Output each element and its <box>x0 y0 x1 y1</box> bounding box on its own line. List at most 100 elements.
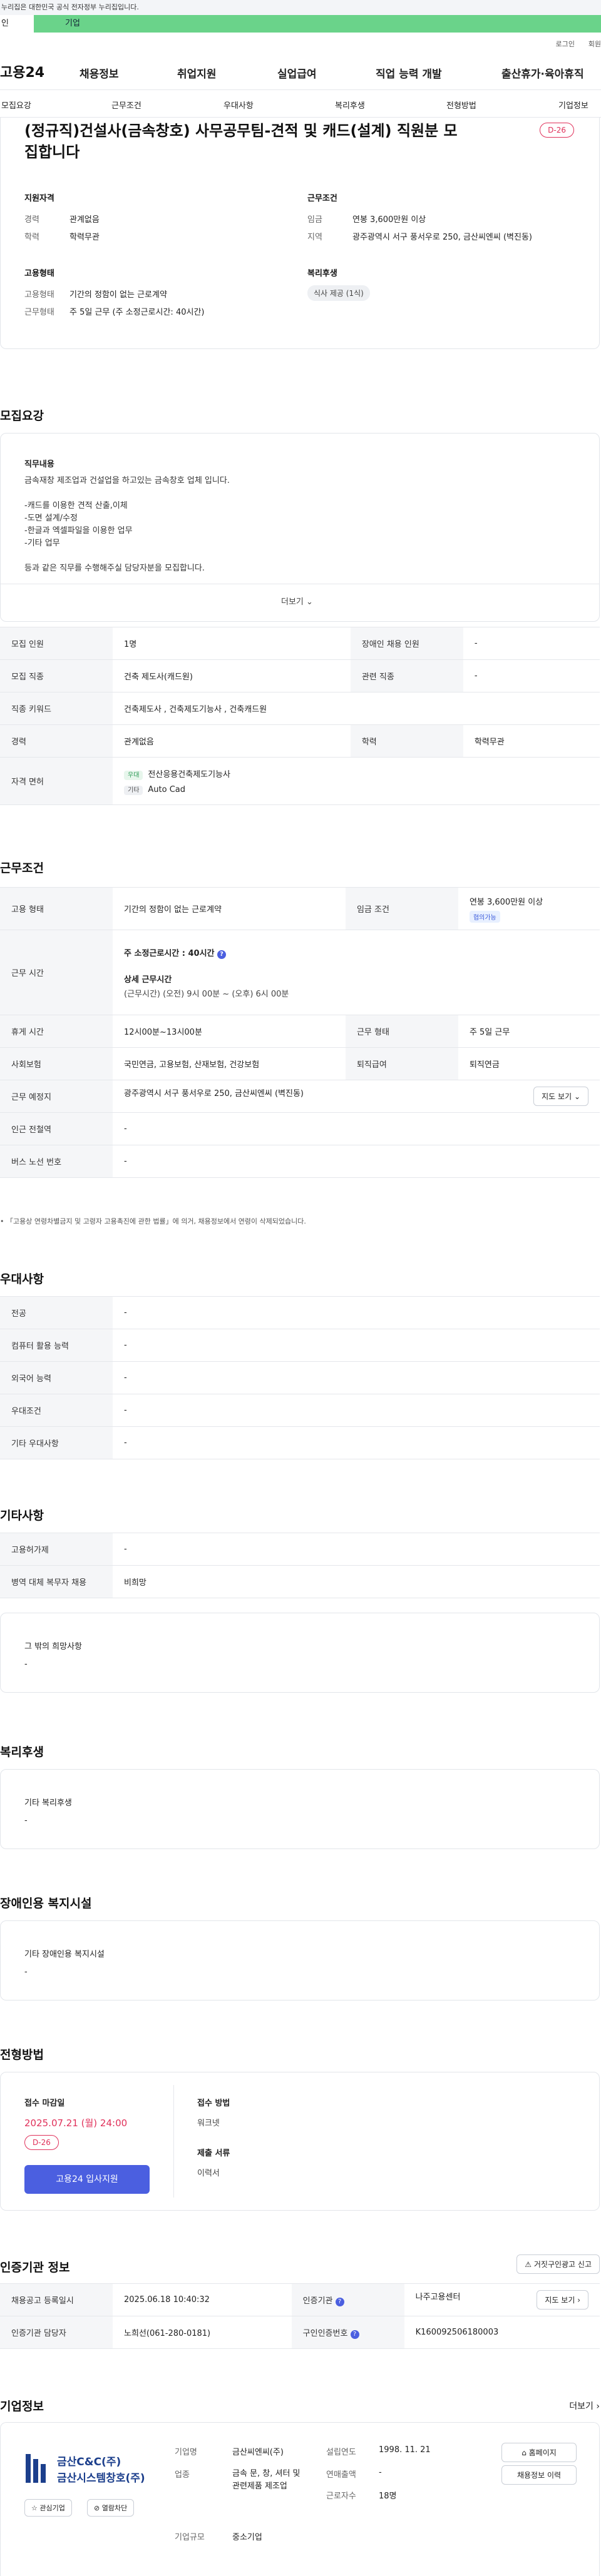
duty-box: 직무내용 금속재창 제조업과 건설업을 하고있는 금속창호 업체 입니다. -캐… <box>0 433 600 622</box>
table-row: 기타 우대사항 - <box>0 1426 600 1459</box>
home-icon: ⌂ <box>521 2448 527 2457</box>
table-row: 외국어 능력 - <box>0 1361 600 1394</box>
tab-personal[interactable]: 인 <box>0 15 34 33</box>
work-heading: 근무조건 <box>0 861 44 875</box>
subnav-preferences[interactable]: 우대사항 <box>223 99 254 111</box>
cert-table: 채용공고 등록일시 2025.06.18 10:40:32 인증기관 ? 나주고용센터… <box>0 2283 600 2349</box>
qual-education: 학력 학력무관 <box>24 233 100 242</box>
work-table: 고용 형태 기간의 정함이 없는 근로계약 임금 조건 연봉 3,600만원 이상 협의… <box>0 887 600 1178</box>
user-type-tabs: 인 기업 <box>0 15 601 33</box>
subnav-recruit[interactable]: 모집요강 <box>1 99 31 111</box>
gnb-menu-employment-support[interactable]: 취업지원 <box>177 65 217 81</box>
welfare-heading: 복리후생 <box>307 269 337 278</box>
table-row: 직종 키워드 건축제도사 , 건축제도기능사 , 건축캐드원 <box>0 692 600 725</box>
map-button[interactable]: 지도 보기 ⌄ <box>533 1087 588 1106</box>
etc-heading: 기타사항 <box>0 1509 44 1523</box>
subnav-selection[interactable]: 전형방법 <box>446 99 476 111</box>
pref-table: 전공 - 컴퓨터 활용 능력 - 외국어 능력 - 우대조건 - 기타 우대사항 - <box>0 1296 600 1459</box>
section-subnav: 모집요강 근무조건 우대사항 복리후생 전형방법 기업정보 <box>0 90 601 118</box>
emp-type: 고용형태 기간의 정함이 없는 근로계약 <box>24 290 167 300</box>
gnb-menu-parental-leave[interactable]: 출산휴가·육아휴직 <box>501 65 584 81</box>
table-row: 사회보험 국민연금, 고용보험, 산재보험, 건강보험 퇴직급여 퇴직연금 <box>0 1047 600 1080</box>
benefit-box: 기타 복리후생 - <box>0 1769 600 1849</box>
cert-map-button[interactable]: 지도 보기 › <box>537 2290 588 2310</box>
job-summary-card: (정규직)건설사(금속창호) 사무공무팀-견적 및 캐드(설계) 직원분 모집합… <box>0 118 600 349</box>
table-row: 채용공고 등록일시 2025.06.18 10:40:32 인증기관 ? 나주고용센터… <box>0 2283 600 2316</box>
cert-item: 우대 전산응용건축제도기능사 <box>124 768 588 780</box>
process-heading: 전형방법 <box>0 2048 44 2062</box>
homepage-button[interactable]: ⌂ 홈페이지 <box>501 2443 577 2462</box>
duty-line: -한글과 엑셀파일을 이용한 업무 <box>24 526 133 535</box>
gnb-menu-unemployment-benefit[interactable]: 실업급여 <box>277 65 317 81</box>
utility-links: 로그인 회원 <box>0 33 601 51</box>
duty-line: 등과 같은 직무를 수행해주실 담당자분을 모집합니다. <box>24 564 205 573</box>
subnav-work-conditions[interactable]: 근무조건 <box>111 99 141 111</box>
dday-badge: D-26 <box>540 123 574 138</box>
duty-label: 직무내용 <box>24 460 54 469</box>
welfare-pill: 식사 제공 (1식) <box>307 285 370 301</box>
qualification-heading: 지원자격 <box>24 194 54 203</box>
subnav-company[interactable]: 기업정보 <box>558 99 588 111</box>
gnb-menu-vocational-training[interactable]: 직업 능력 개발 <box>376 65 442 81</box>
etc-table: 고용허가제 - 병역 대체 복무자 채용 비희망 <box>0 1533 600 1598</box>
age-notice: • 「고용상 연령차별금지 및 고령자 고용촉진에 관한 법률」에 의거, 채용… <box>0 1217 306 1225</box>
table-row: 근무 예정지 광주광역시 서구 풍서우로 250, 금산씨엔씨 (벽진동) 지도 보… <box>0 1080 600 1113</box>
table-row: 컴퓨터 활용 능력 - <box>0 1329 600 1362</box>
site-logo[interactable]: 고용24 <box>0 61 44 81</box>
join-link[interactable]: 회원 <box>588 39 601 49</box>
table-row: 고용허가제 - <box>0 1533 600 1566</box>
deadline-dday: D-26 <box>24 2135 59 2150</box>
company-heading: 기업정보 <box>0 2400 44 2413</box>
duty-line: -도면 설계/수정 <box>24 514 78 523</box>
cert-item: 기타 Auto Cad <box>124 784 588 795</box>
company-more-link[interactable]: 더보기 › <box>569 2400 600 2412</box>
favorite-company-button[interactable]: ☆ 관심기업 <box>24 2499 72 2517</box>
subnav-benefits[interactable]: 복리후생 <box>335 99 365 111</box>
table-row: 자격 면허 우대 전산응용건축제도기능사 기타 Auto Cad <box>0 757 600 805</box>
gnb-menu-jobs[interactable]: 채용정보 <box>80 65 119 81</box>
duty-line: 금속재창 제조업과 건설업을 하고있는 금속창호 업체 입니다. <box>24 476 230 485</box>
job-title: (정규직)건설사(금속창호) 사무공무팀-견적 및 캐드(설계) 직원분 모집합… <box>24 122 458 161</box>
table-row: 우대조건 - <box>0 1394 600 1427</box>
table-row: 휴게 시간 12시00분~13시00분 근무 형태 주 5일 근무 <box>0 1015 600 1048</box>
process-box: 접수 마감일 2025.07.21 (월) 24:00 D-26 고용24 입사… <box>0 2072 600 2211</box>
duty-line: -캐드를 이용한 견적 산출,이체 <box>24 501 128 510</box>
global-nav: 고용24 채용정보 취업지원 실업급여 직업 능력 개발 출산휴가·육아휴직 <box>0 51 601 90</box>
pref-heading: 우대사항 <box>0 1272 44 1286</box>
report-fake-ad-button[interactable]: ⚠ 거짓구인광고 신고 <box>516 2254 600 2274</box>
recruit-table: 모집 인원 1명 장애인 채용 인원 - 모집 직종 건축 제도사(캐드원) 관련 직종 -… <box>0 627 600 805</box>
info-icon[interactable]: ? <box>350 2330 359 2339</box>
login-link[interactable]: 로그인 <box>556 39 575 49</box>
benefit-heading: 복리후생 <box>0 1745 44 1759</box>
info-icon[interactable]: ? <box>335 2297 344 2306</box>
table-row: 병역 대체 복무자 채용 비희망 <box>0 1565 600 1598</box>
employment-heading: 고용형태 <box>24 269 54 278</box>
info-icon[interactable]: ? <box>217 950 227 959</box>
company-box: 금산C&C(주) 금산시스템창호(주) ☆ 관심기업 ⊘ 열람차단 기업명 금산… <box>0 2422 600 2576</box>
apply-button[interactable]: 고용24 입사지원 <box>24 2165 150 2194</box>
table-row: 인증기관 담당자 노희선(061-280-0181) 구인인증번호 ? K160092… <box>0 2316 600 2349</box>
block-company-button[interactable]: ⊘ 열람차단 <box>87 2499 135 2517</box>
gov-notice-text: 누리집은 대한민국 공식 전자정부 누리집입니다. <box>1 3 139 11</box>
tab-company[interactable]: 기업 <box>65 15 80 33</box>
company-logo: 금산C&C(주) 금산시스템창호(주) <box>24 2450 150 2488</box>
other-wishes-box: 그 밖의 희망사항 - <box>0 1613 600 1693</box>
chevron-down-icon: ⌄ <box>306 597 313 607</box>
duty-line: -기타 업무 <box>24 539 60 548</box>
wage-negotiable-tag: 협의가능 <box>469 910 500 923</box>
table-row: 모집 인원 1명 장애인 채용 인원 - <box>0 627 600 660</box>
deadline-date: 2025.07.21 (월) 24:00 <box>24 2117 128 2129</box>
table-row: 모집 직종 건축 제도사(캐드원) 관련 직종 - <box>0 659 600 692</box>
duty-line <box>24 487 230 500</box>
gov-notice-bar: 누리집은 대한민국 공식 전자정부 누리집입니다. <box>0 0 601 15</box>
block-icon: ⊘ <box>94 2504 100 2512</box>
table-row: 고용 형태 기간의 정함이 없는 근로계약 임금 조건 연봉 3,600만원 이상 협의… <box>0 887 600 930</box>
cond-location: 지역 광주광역시 서구 풍서우로 250, 금산씨엔씨 (벽진동) <box>307 233 532 242</box>
weekly-hours: 주 소정근로시간 : 40시간 ? <box>124 946 588 959</box>
job-history-button[interactable]: 채용정보 이력 <box>501 2465 577 2485</box>
duty-more-button[interactable]: 더보기 ⌄ <box>281 595 313 607</box>
recruit-heading: 모집요강 <box>0 409 44 423</box>
qual-career: 경력 관계없음 <box>24 215 100 225</box>
company-logo-mark-icon <box>26 2454 46 2483</box>
duty-content: 금속재창 제조업과 건설업을 하고있는 금속창호 업체 입니다. -캐드를 이용… <box>24 475 230 575</box>
